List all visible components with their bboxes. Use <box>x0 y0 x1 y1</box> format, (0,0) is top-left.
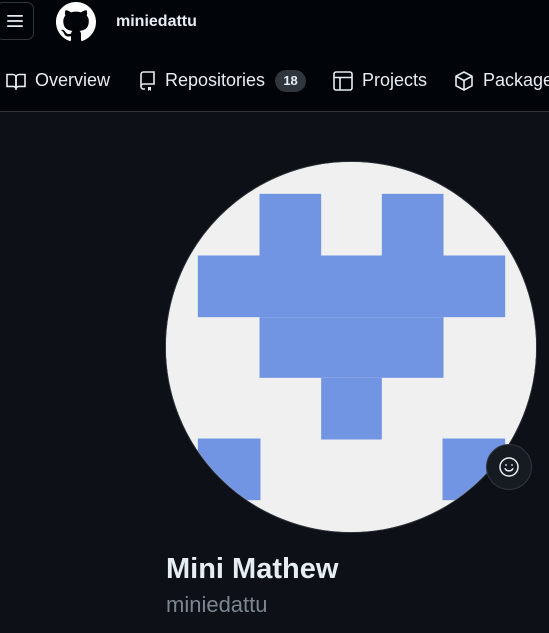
profile-nav: Overview Repositories 18 Projects Packag… <box>0 50 549 112</box>
repositories-count-badge: 18 <box>275 69 307 92</box>
tab-repositories-label: Repositories <box>165 70 266 90</box>
top-bar: miniedattu <box>0 0 549 50</box>
github-octocat-icon[interactable] <box>56 2 96 42</box>
tab-projects[interactable]: Projects <box>333 50 427 111</box>
tab-repositories[interactable]: Repositories 18 <box>138 50 307 111</box>
identicon-image <box>166 162 536 532</box>
tab-projects-label: Projects <box>362 70 428 90</box>
repo-icon <box>140 70 155 91</box>
avatar[interactable] <box>165 161 537 533</box>
header-username[interactable]: miniedattu <box>116 13 197 31</box>
tab-packages[interactable]: Packages <box>454 50 549 111</box>
profile-login: miniedattu <box>166 592 268 617</box>
smiley-icon <box>499 457 519 477</box>
package-icon <box>455 70 473 91</box>
tab-overview[interactable]: Overview <box>6 50 110 111</box>
table-icon <box>333 70 353 91</box>
book-icon <box>6 73 26 90</box>
tab-overview-label: Overview <box>35 70 111 90</box>
profile-full-name: Mini Mathew <box>166 553 339 585</box>
hamburger-icon <box>7 15 23 27</box>
tab-packages-label: Packages <box>483 70 549 90</box>
menu-button[interactable] <box>0 2 34 40</box>
set-status-button[interactable] <box>486 444 532 490</box>
